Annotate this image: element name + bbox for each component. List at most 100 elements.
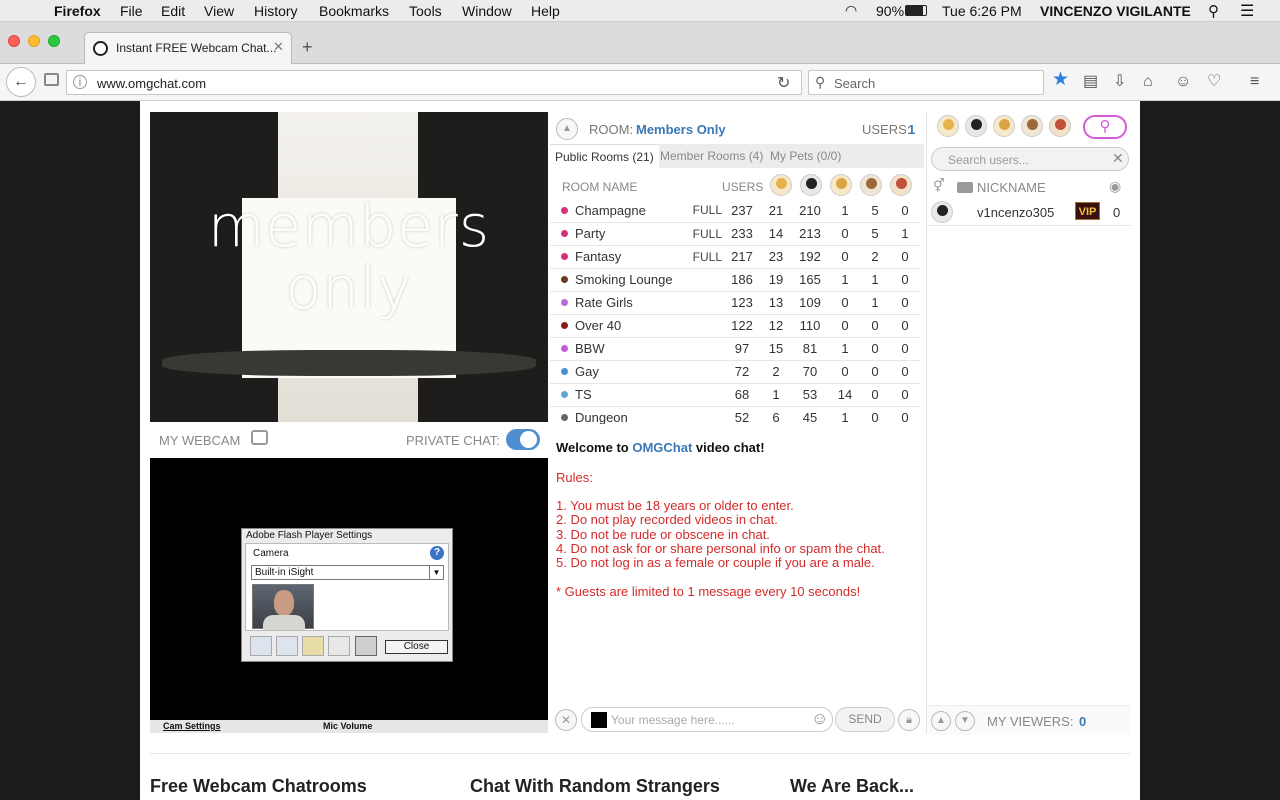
- search-users-toggle[interactable]: ⚲: [1083, 115, 1127, 139]
- male-icon[interactable]: [800, 174, 822, 196]
- room-row[interactable]: Party FULL 233 14 213 0 5 1: [550, 222, 920, 246]
- couple-icon[interactable]: [860, 174, 882, 196]
- camera-select[interactable]: Built-in iSight ▼: [251, 565, 444, 580]
- reading-list-icon[interactable]: ▤: [1083, 73, 1098, 91]
- filter-male-icon[interactable]: [965, 115, 987, 137]
- menu-history[interactable]: History: [254, 3, 298, 19]
- flash-storage-tab-icon[interactable]: [302, 636, 324, 656]
- bookmark-star-icon[interactable]: ★: [1052, 70, 1069, 89]
- browser-search-input[interactable]: ⚲ Search: [808, 70, 1044, 95]
- viewers-down-button[interactable]: ▼: [955, 711, 975, 731]
- window-zoom-button[interactable]: [48, 35, 60, 47]
- menu-window[interactable]: Window: [462, 3, 512, 19]
- clear-chat-button[interactable]: ✕: [555, 709, 577, 731]
- room-row[interactable]: Gay 72 2 70 0 0 0: [550, 360, 920, 384]
- room-label: ROOM:: [589, 122, 634, 137]
- room-female-count: 13: [768, 295, 784, 310]
- lock-icon[interactable]: 🔒︎: [898, 709, 920, 731]
- clear-search-icon[interactable]: ✕: [1112, 150, 1124, 167]
- spotlight-icon[interactable]: ⚲: [1208, 2, 1219, 20]
- downloads-icon[interactable]: ⇩: [1113, 73, 1126, 91]
- room-group-count: 0: [901, 249, 909, 264]
- macos-menu-bar: Firefox File Edit View History Bookmarks…: [0, 0, 1280, 22]
- cam-settings-link[interactable]: Cam Settings: [163, 721, 221, 731]
- send-button[interactable]: SEND: [835, 707, 895, 732]
- filter-female-couple-icon[interactable]: [993, 115, 1015, 137]
- filter-couple-icon[interactable]: [1021, 115, 1043, 137]
- room-row[interactable]: Over 40 122 12 110 0 0 0: [550, 314, 920, 338]
- browser-tab[interactable]: Instant FREE Webcam Chat... ✕: [84, 32, 292, 64]
- collapse-rooms-button[interactable]: ▲: [556, 118, 578, 140]
- pocket-icon[interactable]: ♡: [1207, 73, 1221, 91]
- tab-public-rooms[interactable]: Public Rooms (21): [550, 144, 659, 168]
- tab-close-icon[interactable]: ✕: [273, 39, 284, 55]
- room-male-count: 81: [802, 341, 818, 356]
- url-bar[interactable]: i www.omgchat.com ↻: [66, 70, 802, 95]
- room-couple-count: 0: [871, 387, 879, 402]
- battery-icon[interactable]: [905, 5, 927, 16]
- hello-icon[interactable]: ☺: [1175, 73, 1191, 91]
- welcome-suffix: video chat!: [692, 440, 765, 455]
- mic-volume-label[interactable]: Mic Volume: [323, 721, 372, 731]
- user-nickname[interactable]: v1ncenzo305: [977, 205, 1054, 220]
- hamburger-menu-icon[interactable]: ≡: [1250, 73, 1259, 91]
- room-male-count: 45: [802, 410, 818, 425]
- room-row[interactable]: Rate Girls 123 13 109 0 1 0: [550, 291, 920, 315]
- flash-display-tab-icon[interactable]: [276, 636, 298, 656]
- menu-edit[interactable]: Edit: [161, 3, 185, 19]
- room-users-cell: 122: [731, 318, 753, 333]
- flash-help-icon[interactable]: ?: [430, 546, 444, 560]
- search-users-input[interactable]: Search users... ✕: [931, 147, 1129, 171]
- menu-app-name[interactable]: Firefox: [54, 3, 101, 19]
- share-icon[interactable]: [251, 430, 268, 445]
- group-icon[interactable]: [890, 174, 912, 196]
- room-name-cell: Champagne: [575, 202, 646, 218]
- viewers-up-button[interactable]: ▲: [931, 711, 951, 731]
- col-users[interactable]: USERS: [722, 180, 763, 194]
- flash-microphone-tab-icon[interactable]: [328, 636, 350, 656]
- site-info-icon[interactable]: i: [73, 75, 87, 89]
- reload-icon[interactable]: ↻: [777, 73, 790, 93]
- chevron-down-icon[interactable]: ▼: [429, 566, 443, 579]
- chat-message-input[interactable]: Your message here...... ☺: [581, 707, 833, 732]
- menu-file[interactable]: File: [120, 3, 143, 19]
- room-row[interactable]: Fantasy FULL 217 23 192 0 2 0: [550, 245, 920, 269]
- flash-privacy-tab-icon[interactable]: [250, 636, 272, 656]
- room-row[interactable]: BBW 97 15 81 1 0 0: [550, 337, 920, 361]
- col-nickname[interactable]: NICKNAME: [977, 180, 1046, 195]
- room-row[interactable]: TS 68 1 53 14 0 0: [550, 383, 920, 407]
- new-tab-button[interactable]: +: [302, 37, 313, 58]
- user-row[interactable]: v1ncenzo305 VIP 0: [927, 198, 1131, 226]
- menu-clock[interactable]: Tue 6:26 PM: [942, 3, 1022, 19]
- flash-camera-tab-icon[interactable]: [355, 636, 377, 656]
- flash-close-button[interactable]: Close: [385, 640, 448, 654]
- room-group-count: 0: [901, 318, 909, 333]
- back-button[interactable]: ←: [6, 67, 36, 97]
- rule-2: 2. Do not play recorded videos in chat.: [556, 512, 778, 527]
- room-row[interactable]: Smoking Lounge 186 19 165 1 1 0: [550, 268, 920, 292]
- welcome-brand[interactable]: OMGChat: [632, 440, 692, 455]
- menu-help[interactable]: Help: [531, 3, 560, 19]
- menu-tools[interactable]: Tools: [409, 3, 442, 19]
- female-couple-icon[interactable]: [830, 174, 852, 196]
- menu-view[interactable]: View: [204, 3, 234, 19]
- filter-female-icon[interactable]: [937, 115, 959, 137]
- history-icon[interactable]: [44, 73, 59, 86]
- window-minimize-button[interactable]: [28, 35, 40, 47]
- window-close-button[interactable]: [8, 35, 20, 47]
- tab-member-rooms[interactable]: Member Rooms (4): [655, 144, 768, 168]
- filter-group-icon[interactable]: [1049, 115, 1071, 137]
- text-color-swatch[interactable]: [591, 712, 607, 728]
- room-row[interactable]: Champagne FULL 237 21 210 1 5 0: [550, 199, 920, 223]
- col-room-name[interactable]: ROOM NAME: [562, 180, 637, 194]
- emoji-icon[interactable]: ☺: [811, 709, 828, 729]
- home-icon[interactable]: ⌂: [1143, 73, 1153, 91]
- menu-bookmarks[interactable]: Bookmarks: [319, 3, 389, 19]
- notification-center-icon[interactable]: ☰: [1240, 1, 1254, 21]
- wifi-icon[interactable]: ◠: [845, 2, 857, 19]
- private-chat-toggle[interactable]: [506, 429, 540, 450]
- menu-user-name[interactable]: VINCENZO VIGILANTE: [1040, 3, 1191, 19]
- female-icon[interactable]: [770, 174, 792, 196]
- tab-my-pets[interactable]: My Pets (0/0): [765, 144, 846, 168]
- eye-icon[interactable]: ◉: [1109, 178, 1121, 195]
